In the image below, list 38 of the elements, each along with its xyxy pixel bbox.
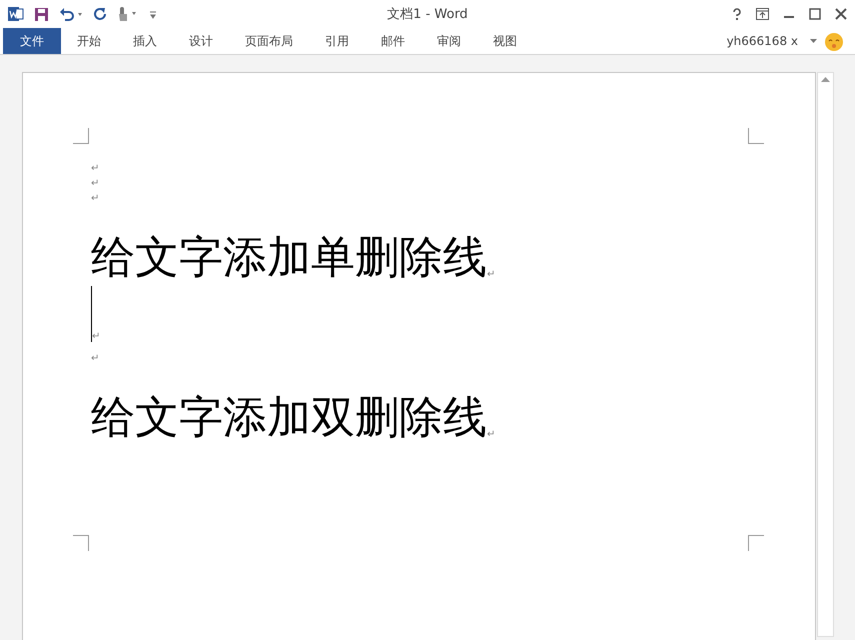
ribbon-tab[interactable]: 插入 <box>117 28 173 54</box>
close-icon[interactable] <box>835 8 847 20</box>
paragraph-mark: ↵ <box>91 179 100 189</box>
paragraph-mark: ↵ <box>487 430 496 440</box>
margin-corner-mark <box>748 535 764 551</box>
ribbon-tab[interactable]: 设计 <box>173 28 229 54</box>
ribbon-tab[interactable]: 文件 <box>3 28 61 54</box>
paragraph-mark: ↵ <box>92 332 100 342</box>
document-text: 给文字添加双删除线 <box>91 396 487 440</box>
ribbon-tab[interactable]: 引用 <box>309 28 365 54</box>
ribbon-tab[interactable]: 邮件 <box>365 28 421 54</box>
margin-corner-mark <box>73 535 89 551</box>
touch-mode-icon[interactable] <box>117 6 139 22</box>
paragraph-mark: ↵ <box>91 164 100 174</box>
paragraph-mark: ↵ <box>487 270 496 280</box>
text-cursor <box>91 286 92 342</box>
undo-icon[interactable] <box>59 7 83 21</box>
document-text: 给文字添加单删除线 <box>91 236 487 280</box>
ribbon-tab[interactable]: 视图 <box>477 28 533 54</box>
paragraph-mark: ↵ <box>91 194 100 204</box>
redo-icon[interactable] <box>93 7 107 21</box>
avatar-icon[interactable] <box>823 30 845 52</box>
caret-icon[interactable] <box>810 38 817 44</box>
ribbon-tab[interactable]: 开始 <box>61 28 117 54</box>
window-title: 文档1 - Word <box>387 7 468 22</box>
word-logo-icon[interactable] <box>8 6 24 22</box>
ribbon-tab[interactable]: 审阅 <box>421 28 477 54</box>
paragraph-mark: ↵ <box>91 354 100 364</box>
user-account[interactable]: yh666168 x <box>720 33 804 49</box>
save-icon[interactable] <box>34 6 49 22</box>
maximize-icon[interactable] <box>809 8 821 20</box>
customize-toolbar-icon[interactable] <box>149 9 157 19</box>
margin-corner-mark <box>748 128 764 144</box>
scroll-up-icon[interactable] <box>821 77 830 83</box>
ribbon-display-icon[interactable] <box>756 8 769 20</box>
ribbon-tab[interactable]: 页面布局 <box>229 28 309 54</box>
help-icon[interactable] <box>732 8 742 20</box>
margin-corner-mark <box>73 128 89 144</box>
